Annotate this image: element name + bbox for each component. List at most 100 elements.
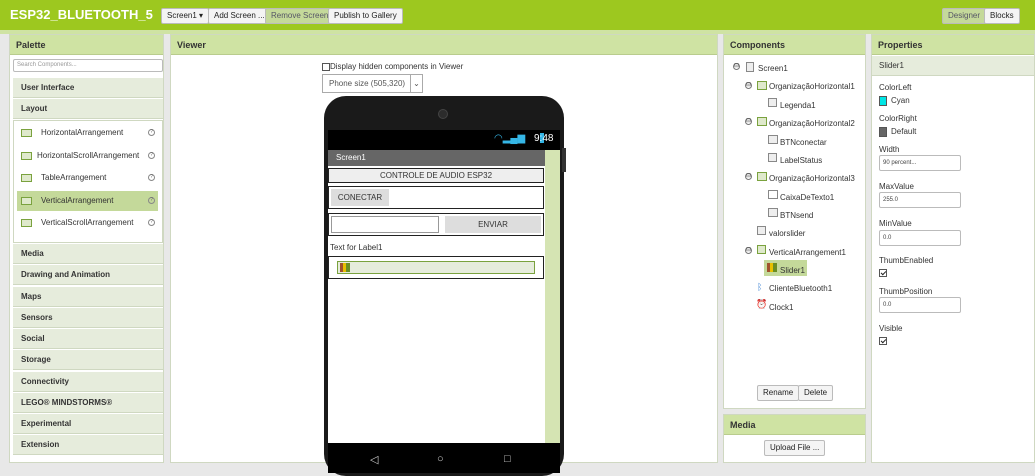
tree-organizacao-horizontal-2[interactable]: OrganizaçãoHorizontal2 bbox=[769, 119, 855, 128]
tree-btnconectar[interactable]: BTNconectar bbox=[780, 138, 827, 147]
slider-icon bbox=[340, 263, 350, 272]
tree-legenda1[interactable]: Legenda1 bbox=[780, 101, 816, 110]
visible-checkbox[interactable] bbox=[879, 336, 887, 345]
category-experimental[interactable]: Experimental bbox=[13, 414, 163, 434]
tree-vertical-arrangement-1[interactable]: VerticalArrangement1 bbox=[769, 248, 846, 257]
back-icon[interactable]: ◁ bbox=[370, 453, 378, 466]
tree-slider1[interactable]: Slider1 bbox=[780, 266, 805, 275]
palette-item-vertical-arrangement[interactable]: VerticalArrangement? bbox=[17, 191, 158, 211]
color-left-swatch bbox=[879, 96, 887, 106]
designer-button[interactable]: Designer bbox=[942, 8, 987, 24]
category-media[interactable]: Media bbox=[13, 244, 163, 264]
home-icon[interactable]: ○ bbox=[437, 453, 444, 465]
help-icon[interactable]: ? bbox=[148, 197, 155, 204]
thumb-position-label: ThumbPosition bbox=[879, 287, 933, 296]
min-value-field[interactable]: 0.0 bbox=[879, 230, 961, 246]
btn-conectar[interactable]: CONECTAR bbox=[331, 189, 389, 206]
arrangement-icon bbox=[21, 129, 32, 137]
collapse-toggle[interactable]: ⊟ bbox=[745, 173, 752, 180]
delete-button[interactable]: Delete bbox=[798, 385, 834, 401]
item-label: HorizontalScrollArrangement bbox=[37, 151, 140, 160]
min-value-label: MinValue bbox=[879, 219, 912, 228]
category-maps[interactable]: Maps bbox=[13, 287, 163, 307]
category-extension[interactable]: Extension bbox=[13, 435, 163, 455]
width-field[interactable]: 90 percent... bbox=[879, 155, 961, 171]
tree-organizacao-horizontal-1[interactable]: OrganizaçãoHorizontal1 bbox=[769, 82, 855, 91]
category-social[interactable]: Social bbox=[13, 329, 163, 349]
help-icon[interactable]: ? bbox=[148, 174, 155, 181]
blocks-button[interactable]: Blocks bbox=[984, 8, 1020, 24]
tree-clock1[interactable]: Clock1 bbox=[769, 303, 793, 312]
hidden-components-label: Display hidden components in Viewer bbox=[330, 62, 464, 71]
help-icon[interactable]: ? bbox=[148, 152, 155, 159]
palette-item-horizontal-arrangement[interactable]: HorizontalArrangement? bbox=[17, 123, 158, 143]
category-lego-mindstorms[interactable]: LEGO® MINDSTORMS® bbox=[13, 393, 163, 413]
arrangement-icon bbox=[21, 152, 32, 160]
thumb-position-field[interactable]: 0.0 bbox=[879, 297, 961, 313]
tree-labelstatus[interactable]: LabelStatus bbox=[780, 156, 822, 165]
hidden-components-toggle[interactable]: Display hidden components in Viewer bbox=[322, 62, 463, 71]
thumb-enabled-checkbox[interactable] bbox=[879, 268, 887, 277]
screen-select[interactable]: Screen1 ▾ bbox=[161, 8, 210, 24]
screen-icon bbox=[746, 62, 754, 72]
add-screen-button[interactable]: Add Screen ... bbox=[208, 8, 271, 24]
help-icon[interactable]: ? bbox=[148, 219, 155, 226]
help-icon[interactable]: ? bbox=[148, 129, 155, 136]
tree-organizacao-horizontal-3[interactable]: OrganizaçãoHorizontal3 bbox=[769, 174, 855, 183]
properties-title: Properties bbox=[872, 35, 1034, 55]
horizontal-arrangement-2: CONECTAR bbox=[328, 186, 544, 209]
collapse-toggle[interactable]: ⊟ bbox=[745, 82, 752, 89]
category-sensors[interactable]: Sensors bbox=[13, 308, 163, 328]
slider-1[interactable] bbox=[337, 261, 535, 274]
btn-enviar[interactable]: ENVIAR bbox=[445, 216, 541, 233]
palette-search-input[interactable]: Search Components... bbox=[13, 59, 163, 72]
category-connectivity[interactable]: Connectivity bbox=[13, 372, 163, 392]
phone-size-value: Phone size (505,320) bbox=[329, 79, 406, 88]
category-drawing-animation[interactable]: Drawing and Animation bbox=[13, 265, 163, 285]
visible-label: Visible bbox=[879, 324, 903, 333]
width-label: Width bbox=[879, 145, 900, 154]
publish-gallery-button[interactable]: Publish to Gallery bbox=[328, 8, 403, 24]
tree-screen1[interactable]: Screen1 bbox=[758, 64, 788, 73]
nav-bar: ◁ ○ □ bbox=[328, 443, 560, 473]
tree-valorslider[interactable]: valorslider bbox=[769, 229, 805, 238]
thumb-enabled-label: ThumbEnabled bbox=[879, 256, 934, 265]
slider-icon bbox=[767, 263, 777, 272]
arrangement-icon bbox=[757, 81, 767, 90]
scroll-area bbox=[545, 150, 560, 443]
color-right-label: ColorRight bbox=[879, 114, 917, 123]
phone-side-button bbox=[562, 148, 566, 172]
collapse-toggle[interactable]: ⊟ bbox=[745, 247, 752, 254]
category-user-interface[interactable]: User Interface bbox=[13, 78, 163, 98]
category-storage[interactable]: Storage bbox=[13, 350, 163, 370]
label1: Text for Label1 bbox=[330, 243, 383, 252]
tree-caixadetexto1[interactable]: CaixaDeTexto1 bbox=[780, 193, 834, 202]
phone-size-select[interactable]: Phone size (505,320) ⌄ bbox=[322, 74, 423, 93]
collapse-toggle[interactable]: ⊟ bbox=[733, 63, 740, 70]
button-icon bbox=[768, 208, 778, 217]
label-icon bbox=[757, 226, 766, 235]
camera-icon bbox=[438, 109, 448, 119]
remove-screen-button[interactable]: Remove Screen bbox=[265, 8, 335, 24]
rename-button[interactable]: Rename bbox=[757, 385, 800, 401]
text-box[interactable] bbox=[331, 216, 439, 233]
category-layout[interactable]: Layout bbox=[13, 99, 163, 119]
palette-title: Palette bbox=[10, 35, 163, 55]
status-bar: ◠▂▄▆ 9:48 bbox=[328, 130, 560, 150]
upload-file-button[interactable]: Upload File ... bbox=[764, 440, 826, 456]
max-value-field[interactable]: 255.0 bbox=[879, 192, 961, 208]
recents-icon[interactable]: □ bbox=[504, 453, 511, 465]
tree-clientebluetooth1[interactable]: ClienteBluetooth1 bbox=[769, 284, 832, 293]
palette-item-table-arrangement[interactable]: TableArrangement? bbox=[17, 168, 158, 188]
viewer-title: Viewer bbox=[171, 35, 717, 55]
tree-btnsend[interactable]: BTNsend bbox=[780, 211, 813, 220]
color-left-picker[interactable]: Cyan bbox=[879, 96, 910, 106]
phone-screen: Screen1 CONTROLE DE AUDIO ESP32 CONECTAR… bbox=[328, 150, 560, 443]
palette-item-vertical-scroll-arrangement[interactable]: VerticalScrollArrangement? bbox=[17, 213, 158, 233]
hidden-components-checkbox[interactable] bbox=[322, 62, 330, 71]
color-right-picker[interactable]: Default bbox=[879, 127, 916, 137]
palette-item-horizontal-scroll-arrangement[interactable]: HorizontalScrollArrangement? bbox=[17, 146, 158, 166]
horizontal-arrangement-3: ENVIAR bbox=[328, 213, 544, 236]
collapse-toggle[interactable]: ⊟ bbox=[745, 118, 752, 125]
vertical-arrangement-1 bbox=[328, 256, 544, 279]
